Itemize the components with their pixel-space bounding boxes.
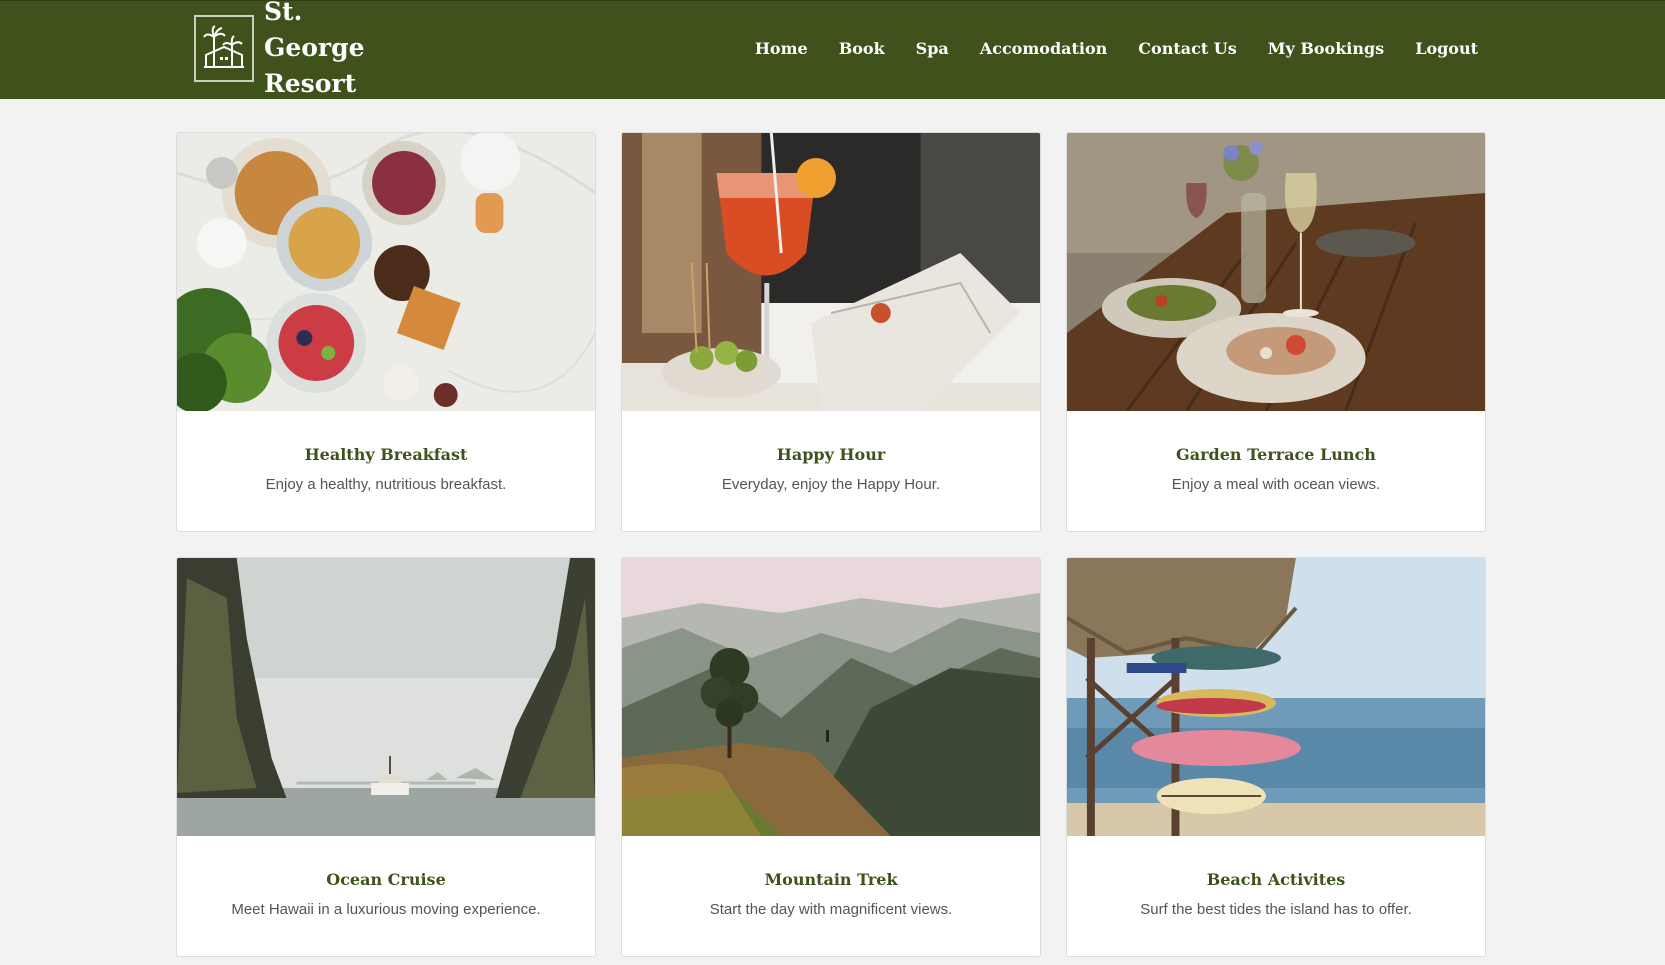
activities-grid: Healthy Breakfast Enjoy a healthy, nutri… <box>176 132 1488 957</box>
nav-logout[interactable]: Logout <box>1415 39 1478 58</box>
main-nav: Home Book Spa Accomodation Contact Us My… <box>724 39 1478 58</box>
card-title: Beach Activites <box>1206 870 1346 889</box>
top-navbar: St. George Resort Home Book Spa Accomoda… <box>0 0 1665 99</box>
activity-card-happy-hour[interactable]: Happy Hour Everyday, enjoy the Happy Hou… <box>621 132 1041 532</box>
activity-card-mountain-trek[interactable]: Mountain Trek Start the day with magnifi… <box>621 557 1041 957</box>
mountain-valley-photo <box>622 558 1040 836</box>
cocktail-photo <box>622 133 1040 411</box>
nav-my-bookings[interactable]: My Bookings <box>1268 39 1384 58</box>
activity-card-breakfast[interactable]: Healthy Breakfast Enjoy a healthy, nutri… <box>176 132 596 532</box>
nav-spa[interactable]: Spa <box>916 39 949 58</box>
card-title: Mountain Trek <box>764 870 898 889</box>
card-text: Enjoy a healthy, nutritious breakfast. <box>265 476 507 493</box>
card-text: Meet Hawaii in a luxurious moving experi… <box>231 901 541 918</box>
brand-line-2: Resort <box>264 69 357 98</box>
activity-card-ocean-cruise[interactable]: Ocean Cruise Meet Hawaii in a luxurious … <box>176 557 596 957</box>
nav-home[interactable]: Home <box>755 39 808 58</box>
nav-contact-us[interactable]: Contact Us <box>1138 39 1236 58</box>
brand[interactable]: St. George Resort <box>194 0 404 98</box>
activity-card-garden-terrace-lunch[interactable]: Garden Terrace Lunch Enjoy a meal with o… <box>1066 132 1486 532</box>
brand-name: St. George Resort <box>264 0 404 102</box>
card-text: Surf the best tides the island has to of… <box>1140 901 1412 918</box>
activity-card-beach-activites[interactable]: Beach Activites Surf the best tides the … <box>1066 557 1486 957</box>
card-text: Enjoy a meal with ocean views. <box>1171 476 1381 493</box>
palm-house-icon <box>194 14 254 82</box>
card-text: Everyday, enjoy the Happy Hour. <box>721 476 941 493</box>
card-text: Start the day with magnificent views. <box>709 901 953 918</box>
surfboards-beach-photo <box>1067 558 1485 836</box>
breakfast-photo <box>177 133 595 411</box>
card-title: Healthy Breakfast <box>304 445 468 464</box>
cruise-cliffs-photo <box>177 558 595 836</box>
card-title: Garden Terrace Lunch <box>1176 445 1376 464</box>
card-title: Ocean Cruise <box>326 870 446 889</box>
lunch-table-photo <box>1067 133 1485 411</box>
brand-line-1: St. George <box>264 0 365 62</box>
nav-book[interactable]: Book <box>839 39 885 58</box>
nav-accomodation[interactable]: Accomodation <box>980 39 1108 58</box>
card-title: Happy Hour <box>776 445 886 464</box>
